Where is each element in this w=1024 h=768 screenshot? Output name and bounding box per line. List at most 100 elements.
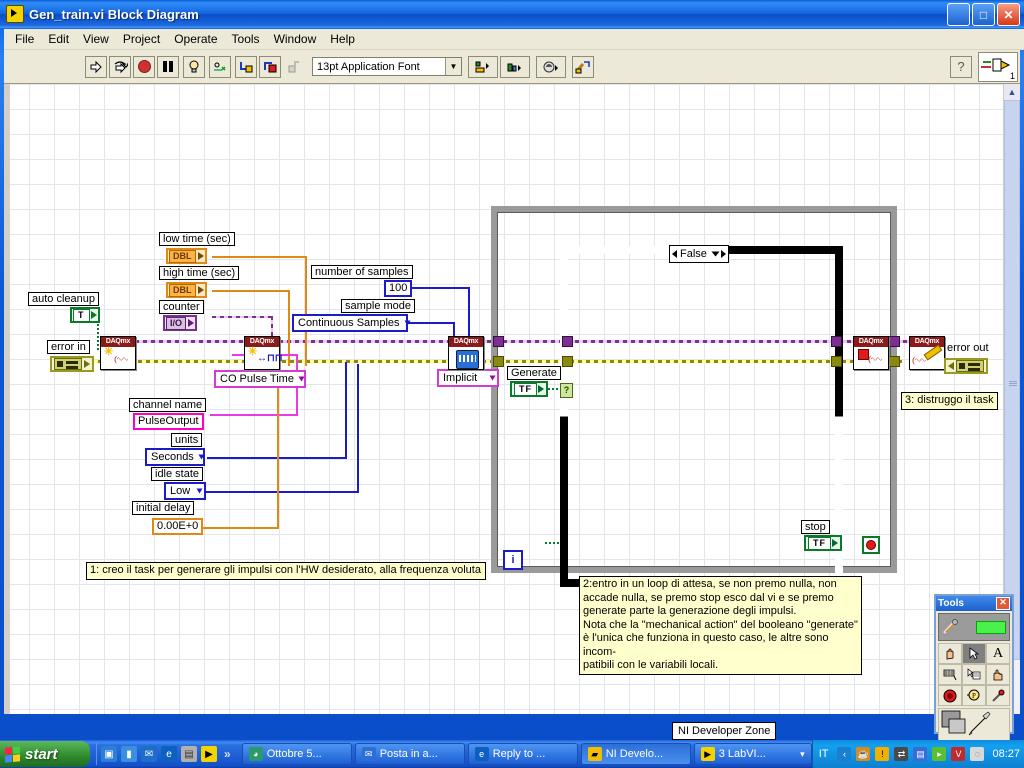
counter-terminal[interactable]: I/O xyxy=(163,315,198,331)
menu-operate[interactable]: Operate xyxy=(167,30,224,48)
network-connections-icon[interactable]: ▤ xyxy=(913,747,928,761)
probe-data-icon[interactable]: P xyxy=(962,685,986,706)
chevron-down-icon[interactable]: ▼ xyxy=(445,58,461,75)
memory-icon[interactable]: ▤ xyxy=(181,746,197,762)
taskbar[interactable]: start ▣ ▮ ✉ e ▤ ▶ » ◕ Ottobre 5... ✉ Pos… xyxy=(0,740,1024,768)
close-button[interactable]: ✕ xyxy=(997,3,1020,26)
case-selector-label[interactable]: False xyxy=(669,245,729,263)
comment-box-1[interactable]: 1: creo il task per generare gli impulsi… xyxy=(86,562,486,580)
menu-help[interactable]: Help xyxy=(323,30,362,48)
automatic-tool-selection-toggle[interactable] xyxy=(938,613,1010,641)
quick-launch-overflow-icon[interactable]: » xyxy=(221,747,234,761)
clean-up-diagram-button[interactable] xyxy=(572,55,594,78)
taskbar-item-labview-group[interactable]: ▶ 3 LabVI... ▾ xyxy=(693,743,812,765)
menu-tools[interactable]: Tools xyxy=(225,30,267,48)
chevron-down-icon[interactable] xyxy=(711,251,720,257)
show-desktop-icon[interactable]: ▣ xyxy=(101,746,117,762)
chevron-down-icon[interactable] xyxy=(198,454,205,460)
step-out-button[interactable] xyxy=(283,55,305,78)
generate-terminal[interactable]: TF xyxy=(510,381,548,397)
window-controls[interactable]: _ □ ✕ xyxy=(947,3,1020,26)
font-selector[interactable]: 13pt Application Font ▼ xyxy=(312,57,462,76)
idle-state-ring-constant[interactable]: Low xyxy=(164,482,206,500)
network-icon[interactable]: ⇄ xyxy=(894,747,909,761)
labview-icon[interactable]: ▶ xyxy=(201,746,217,762)
chevron-down-icon[interactable]: ▾ xyxy=(800,749,805,760)
highlight-execution-button[interactable] xyxy=(183,55,205,78)
position-size-select-arrow-icon[interactable] xyxy=(962,643,986,664)
taskbar-item-reply[interactable]: e Reply to ... xyxy=(467,743,578,765)
sample-mode-ring-constant[interactable]: Continuous Samples xyxy=(292,314,411,332)
align-objects-button[interactable] xyxy=(468,55,498,78)
toolbar[interactable]: 13pt Application Font ▼ ? 1 xyxy=(4,50,1020,84)
number-of-samples-constant[interactable]: 100 xyxy=(384,280,413,297)
language-indicator[interactable]: IT xyxy=(819,748,829,760)
minimize-button[interactable]: _ xyxy=(947,3,970,26)
chevron-left-icon[interactable]: ‹ xyxy=(837,747,852,761)
java-icon[interactable]: ☕ xyxy=(856,747,871,761)
help-button[interactable]: ? xyxy=(950,55,972,78)
step-over-button[interactable] xyxy=(259,55,281,78)
taskbar-item-posta[interactable]: ✉ Posta in a... xyxy=(354,743,465,765)
co-pulse-time-ring[interactable]: CO Pulse Time xyxy=(214,370,306,388)
units-ring-constant[interactable]: Seconds xyxy=(145,448,205,466)
daqmx-stop-task-node[interactable]: DAQmx ⦅∿∿ xyxy=(853,336,889,370)
chevron-down-icon[interactable] xyxy=(298,376,305,382)
internet-explorer-icon[interactable]: e xyxy=(161,746,177,762)
menu-project[interactable]: Project xyxy=(116,30,167,48)
vertical-scroll-thumb[interactable] xyxy=(1004,100,1020,660)
channel-name-constant[interactable]: PulseOutput xyxy=(133,413,204,430)
implicit-ring[interactable]: Implicit xyxy=(437,369,499,387)
get-color-dropper-icon[interactable] xyxy=(986,685,1010,706)
window-titlebar[interactable]: Gen_train.vi Block Diagram _ □ ✕ xyxy=(0,0,1024,28)
low-time-terminal[interactable]: DBL xyxy=(166,248,207,264)
menu-file[interactable]: File xyxy=(8,30,41,48)
comment-box-2[interactable]: 2:entro in un loop di attesa, se non pre… xyxy=(579,576,862,675)
object-shortcut-menu-icon[interactable] xyxy=(962,664,986,685)
loop-conditional-terminal[interactable] xyxy=(862,536,880,554)
set-clear-breakpoint-icon[interactable] xyxy=(938,685,962,706)
retain-wire-values-button[interactable] xyxy=(209,55,231,78)
run-button[interactable] xyxy=(85,55,107,78)
distribute-objects-button[interactable] xyxy=(500,55,530,78)
antivirus-icon[interactable]: V xyxy=(951,747,966,761)
system-tray[interactable]: IT ‹ ☕ ! ⇄ ▤ ▸ V ◌ 08:27 xyxy=(811,740,1024,768)
warning-shield-icon[interactable]: ! xyxy=(875,747,890,761)
taskbar-item-ni-developer[interactable]: ▰ NI Develo... xyxy=(580,743,691,765)
daqmx-start-task-node[interactable]: DAQmx xyxy=(448,336,484,370)
initial-delay-constant[interactable]: 0.00E+0 xyxy=(152,518,204,535)
media-player-icon[interactable]: ▮ xyxy=(121,746,137,762)
error-in-terminal[interactable] xyxy=(50,356,94,372)
quick-launch-bar[interactable]: ▣ ▮ ✉ e ▤ ▶ » xyxy=(96,743,238,765)
step-into-button[interactable] xyxy=(235,55,257,78)
menu-view[interactable]: View xyxy=(76,30,116,48)
run-continuously-button[interactable] xyxy=(109,55,131,78)
stop-terminal[interactable]: TF xyxy=(804,535,842,551)
comment-box-3[interactable]: 3: distruggo il task xyxy=(901,392,998,410)
chevron-down-icon[interactable] xyxy=(489,375,496,381)
task-buttons[interactable]: ◕ Ottobre 5... ✉ Posta in a... e Reply t… xyxy=(241,743,812,765)
block-diagram-canvas[interactable]: i False ? low time (sec) DBL high time (… xyxy=(4,84,1004,714)
operate-value-hand-icon[interactable] xyxy=(938,643,962,664)
messenger-icon[interactable]: ▸ xyxy=(932,747,947,761)
daqmx-timing-node[interactable]: DAQmx ✳ ↔⊓⊓ xyxy=(244,336,283,370)
daqmx-clear-task-node[interactable]: DAQmx ⦅∿∿ xyxy=(909,336,945,370)
scroll-window-hand-icon[interactable] xyxy=(986,664,1010,685)
chevron-down-icon[interactable] xyxy=(196,488,203,494)
maximize-button[interactable]: □ xyxy=(972,3,995,26)
mouse-icon[interactable]: ◌ xyxy=(970,747,985,761)
case-next-icon[interactable] xyxy=(720,250,726,258)
connect-wire-spool-icon[interactable] xyxy=(938,664,962,685)
tools-palette-titlebar[interactable]: Tools ✕ xyxy=(936,596,1012,611)
tools-grid[interactable]: A P xyxy=(938,643,1010,706)
menu-bar[interactable]: File Edit View Project Operate Tools Win… xyxy=(4,29,1024,50)
taskbar-item-ottobre[interactable]: ◕ Ottobre 5... xyxy=(241,743,352,765)
case-selector-terminal[interactable]: ? xyxy=(560,383,573,398)
context-help-window-icon[interactable]: 1 xyxy=(978,51,1018,82)
menu-edit[interactable]: Edit xyxy=(41,30,76,48)
chevron-down-icon[interactable] xyxy=(404,320,411,326)
high-time-terminal[interactable]: DBL xyxy=(166,282,207,298)
toolbar-right-group[interactable]: ? 1 xyxy=(950,51,1020,82)
abort-execution-button[interactable] xyxy=(133,55,155,78)
set-color-tool[interactable] xyxy=(938,708,1010,744)
